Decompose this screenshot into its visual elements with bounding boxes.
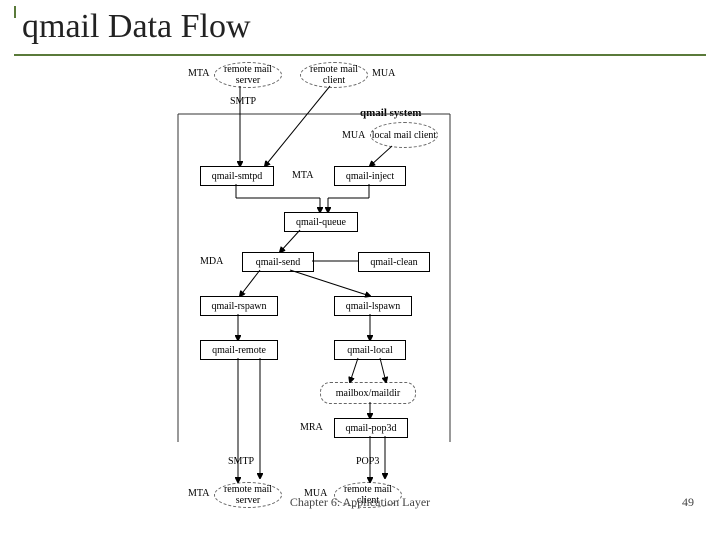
slide-title: qmail Data Flow [22,8,251,46]
footer-text: Chapter 6: Application Layer [0,495,720,510]
diagram-connectors [170,62,550,522]
page-number: 49 [682,495,694,510]
qmail-flow-diagram: MTA remote mail server remote mail clien… [170,62,550,512]
